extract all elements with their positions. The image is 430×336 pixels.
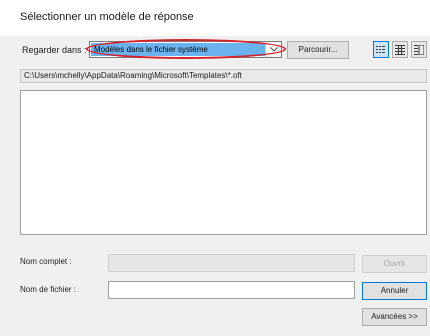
browse-button[interactable]: Parcourir... — [287, 41, 349, 59]
cancel-button[interactable]: Annuler — [362, 282, 427, 300]
title-bar: Sélectionner un modèle de réponse — [0, 0, 430, 36]
dialog-title: Sélectionner un modèle de réponse — [20, 11, 194, 23]
template-file-list[interactable] — [20, 90, 427, 235]
template-picker-dialog: Sélectionner un modèle de réponse Regard… — [0, 0, 430, 336]
advanced-button[interactable]: Avancées >> — [362, 308, 427, 326]
list-view-icon[interactable] — [373, 41, 389, 58]
full-name-label: Nom complet : — [20, 257, 72, 266]
look-in-dropdown[interactable]: Modèles dans le fichier système — [89, 41, 282, 58]
full-name-field — [108, 254, 355, 272]
file-name-label: Nom de fichier : — [20, 285, 77, 294]
file-name-input[interactable] — [108, 281, 355, 299]
preview-view-icon[interactable] — [411, 41, 427, 58]
chevron-down-icon[interactable] — [265, 42, 281, 57]
look-in-label: Regarder dans : — [22, 45, 87, 55]
current-path: C:\Users\mchelly\AppData\Roaming\Microso… — [20, 69, 427, 83]
details-view-icon[interactable] — [392, 41, 408, 58]
open-button[interactable]: Ouvrir — [362, 255, 427, 273]
look-in-selected-value: Modèles dans le fichier système — [91, 43, 266, 56]
